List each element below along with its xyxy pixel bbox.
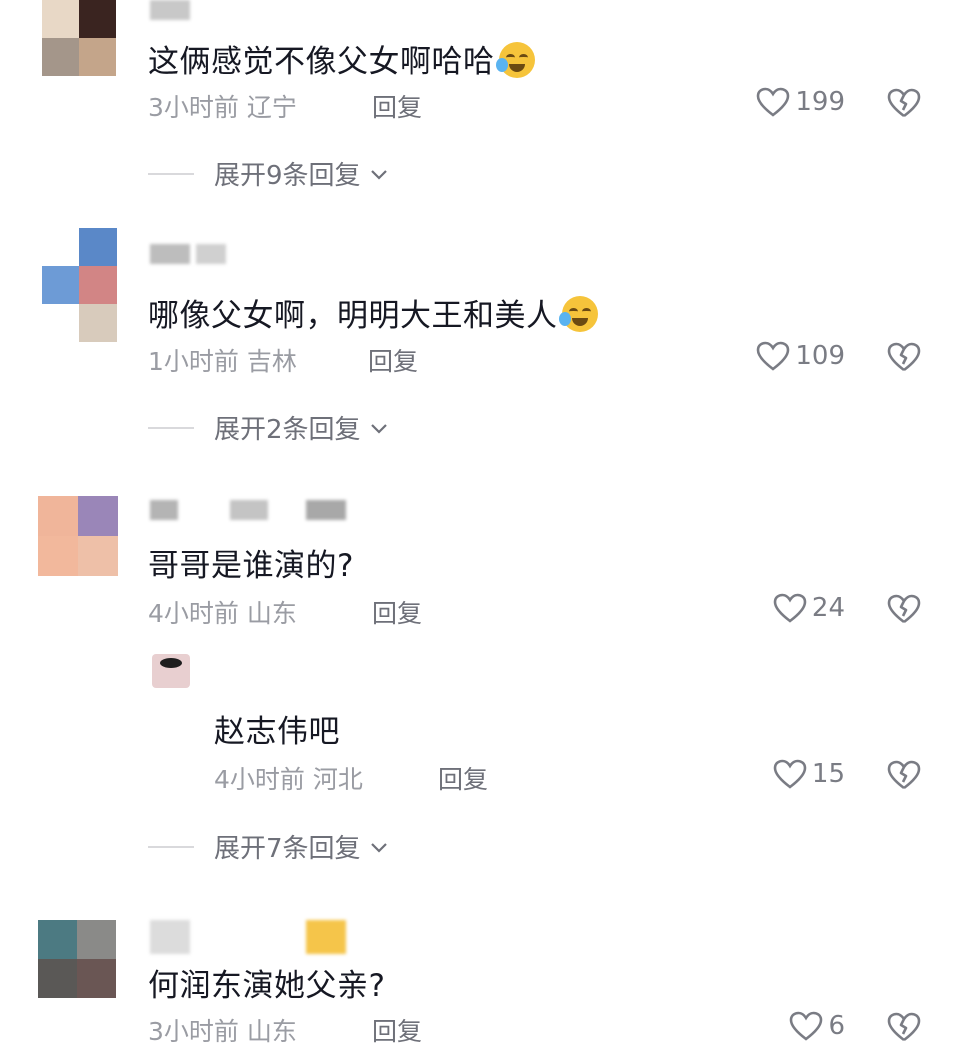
avatar[interactable] bbox=[38, 920, 116, 998]
like-count: 24 bbox=[811, 593, 845, 623]
reply-time: 4小时前 bbox=[214, 765, 305, 794]
username[interactable] bbox=[150, 500, 360, 520]
comment-time: 1小时前 bbox=[148, 347, 239, 376]
comment-time: 3小时前 bbox=[148, 1017, 239, 1046]
reply-button[interactable]: 回复 bbox=[372, 88, 422, 124]
comment-meta: 4小时前 山东 bbox=[148, 594, 297, 630]
divider bbox=[148, 426, 194, 429]
expand-replies-button[interactable]: 展开7条回复 bbox=[148, 828, 391, 865]
comment-location: 山东 bbox=[246, 1017, 297, 1046]
chevron-down-icon bbox=[370, 423, 387, 434]
heart-icon bbox=[757, 87, 790, 117]
like-count: 15 bbox=[811, 759, 845, 789]
reply-meta: 4小时前 河北 bbox=[214, 760, 363, 796]
comment-meta: 1小时前 吉林 bbox=[148, 342, 297, 378]
username[interactable] bbox=[150, 244, 260, 264]
broken-heart-icon[interactable] bbox=[886, 592, 922, 626]
chevron-down-icon bbox=[370, 169, 387, 180]
like-count: 199 bbox=[795, 87, 845, 117]
avatar[interactable] bbox=[38, 496, 118, 576]
heart-icon bbox=[773, 593, 807, 623]
like-button[interactable]: 109 bbox=[755, 340, 845, 372]
comment-location: 山东 bbox=[246, 599, 297, 628]
broken-heart-icon[interactable] bbox=[886, 86, 922, 120]
crying-laughing-emoji-icon bbox=[558, 296, 598, 332]
avatar[interactable] bbox=[42, 228, 118, 344]
like-button[interactable]: 199 bbox=[755, 86, 845, 118]
reply-text: 赵志伟吧 bbox=[214, 714, 340, 750]
broken-heart-icon[interactable] bbox=[886, 1010, 922, 1044]
comment-text: 哪像父女啊，明明大王和美人 bbox=[148, 290, 598, 335]
comment-text: 这俩感觉不像父女啊哈哈 bbox=[148, 36, 535, 81]
heart-icon bbox=[773, 759, 807, 789]
divider bbox=[148, 845, 194, 848]
comment-location: 辽宁 bbox=[246, 93, 297, 122]
heart-icon bbox=[790, 1011, 823, 1041]
comment-meta: 3小时前 山东 bbox=[148, 1012, 297, 1048]
comment-location: 吉林 bbox=[246, 347, 297, 376]
reply-button[interactable]: 回复 bbox=[368, 342, 418, 378]
expand-label: 展开2条回复 bbox=[214, 415, 361, 445]
like-count: 109 bbox=[795, 341, 845, 371]
comment-text: 哥哥是谁演的? bbox=[148, 548, 354, 584]
avatar[interactable] bbox=[152, 654, 190, 688]
reply-location: 河北 bbox=[312, 765, 363, 794]
comment-time: 3小时前 bbox=[148, 93, 239, 122]
expand-label: 展开7条回复 bbox=[214, 834, 361, 864]
avatar[interactable] bbox=[42, 0, 116, 76]
comment-time: 4小时前 bbox=[148, 599, 239, 628]
like-button[interactable]: 24 bbox=[772, 592, 845, 624]
broken-heart-icon[interactable] bbox=[886, 340, 922, 374]
username[interactable] bbox=[150, 920, 380, 954]
divider bbox=[148, 172, 194, 175]
expand-replies-button[interactable]: 展开9条回复 bbox=[148, 155, 391, 192]
crying-laughing-emoji-icon bbox=[495, 42, 535, 78]
chevron-down-icon bbox=[370, 842, 387, 853]
expand-label: 展开9条回复 bbox=[214, 161, 361, 191]
broken-heart-icon[interactable] bbox=[886, 758, 922, 792]
comment-text: 何润东演她父亲? bbox=[148, 968, 386, 1004]
like-count: 6 bbox=[828, 1011, 845, 1041]
like-button[interactable]: 15 bbox=[772, 758, 845, 790]
username[interactable] bbox=[150, 0, 190, 20]
reply-button[interactable]: 回复 bbox=[372, 1012, 422, 1048]
reply-button[interactable]: 回复 bbox=[372, 594, 422, 630]
reply-button[interactable]: 回复 bbox=[438, 760, 488, 796]
expand-replies-button[interactable]: 展开2条回复 bbox=[148, 409, 391, 446]
comment-meta: 3小时前 辽宁 bbox=[148, 88, 297, 124]
heart-icon bbox=[757, 341, 790, 371]
like-button[interactable]: 6 bbox=[788, 1010, 845, 1042]
